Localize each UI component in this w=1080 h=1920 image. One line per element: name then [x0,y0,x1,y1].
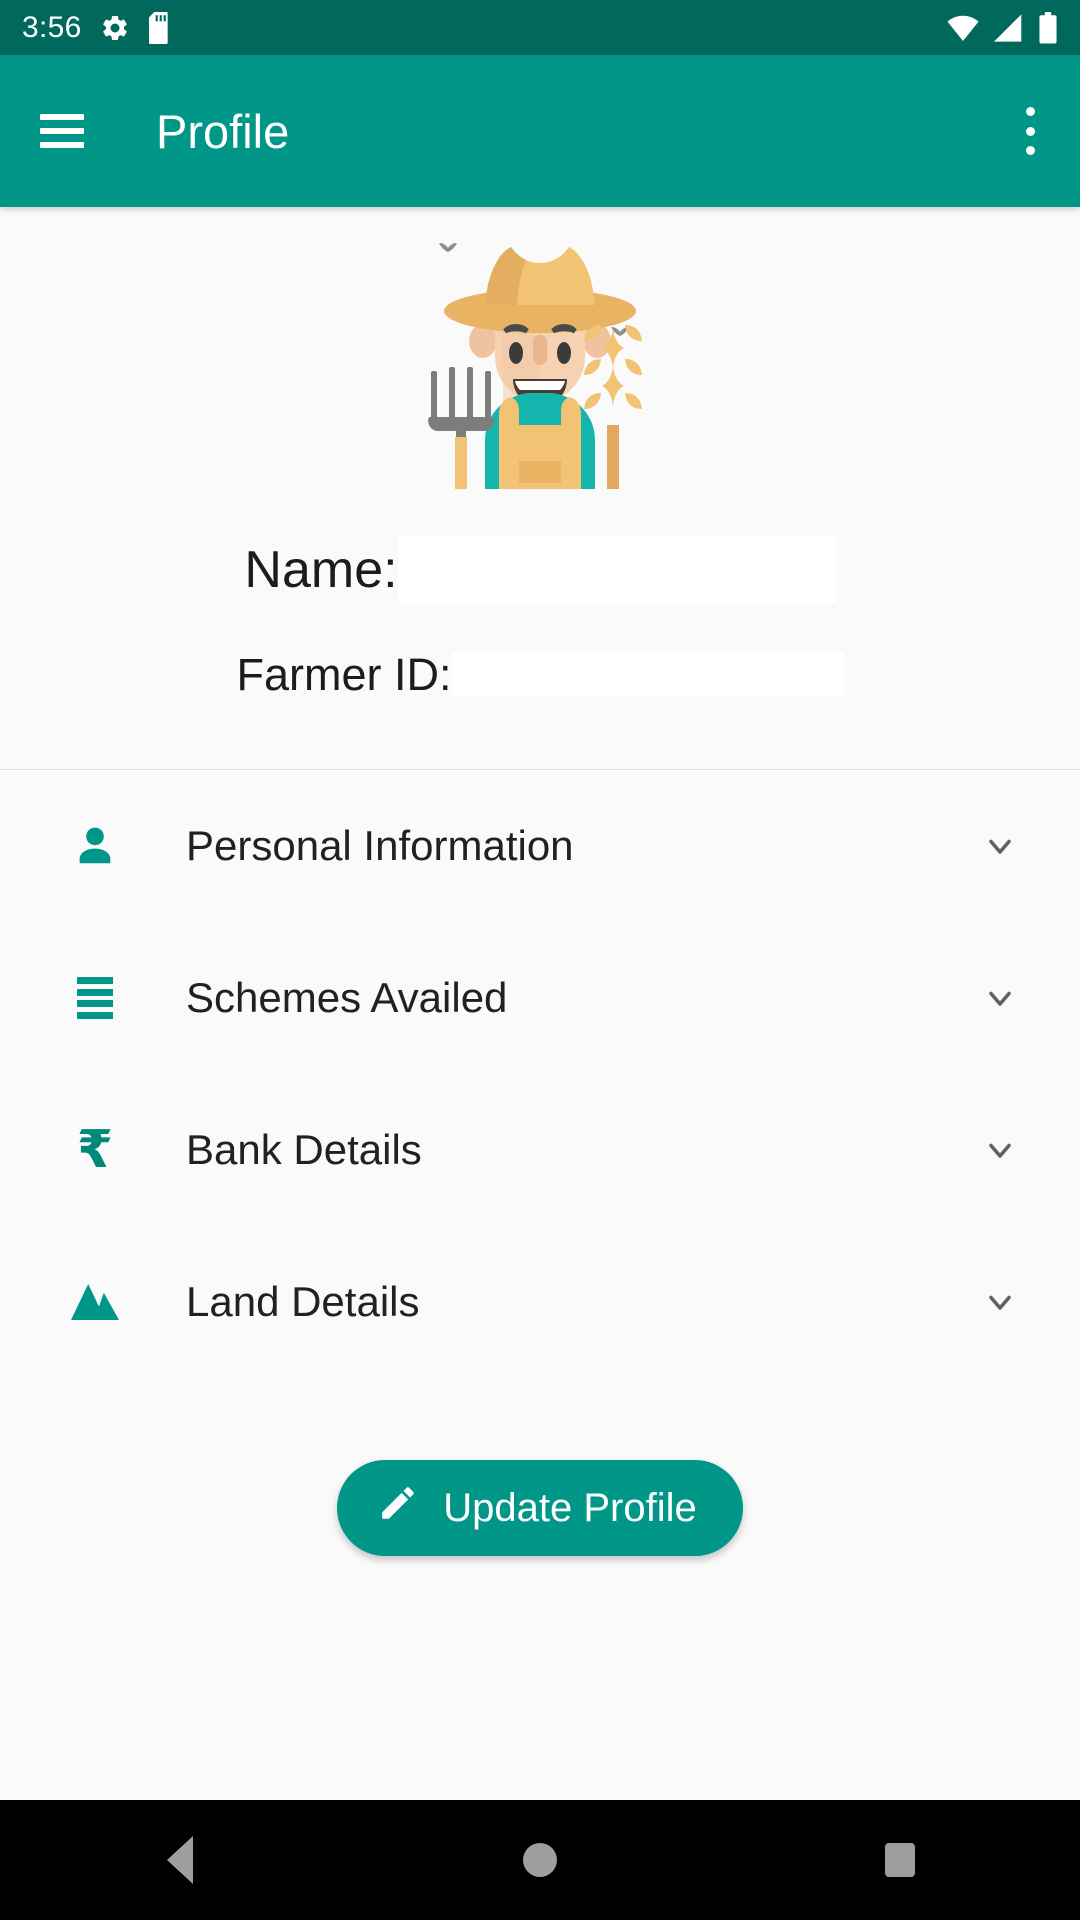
hamburger-menu-icon[interactable] [40,114,84,148]
sidebar-item-personal-information[interactable]: Personal Information [0,770,1080,922]
profile-content: Name: Farmer ID: Personal Information Sc… [0,207,1080,1800]
update-profile-label: Update Profile [443,1485,697,1530]
sidebar-item-schemes-availed[interactable]: Schemes Availed [0,922,1080,1074]
page-title: Profile [156,104,290,158]
update-profile-button[interactable]: Update Profile [337,1460,743,1556]
name-input[interactable] [397,537,836,603]
cell-signal-icon [994,13,1024,43]
android-nav-bar [0,1800,1080,1920]
bar-line [77,1000,113,1008]
mountain-icon [60,1284,130,1320]
section-label: Personal Information [186,822,574,869]
status-clock: 3:56 [22,10,82,44]
back-triangle-icon[interactable] [120,1800,240,1920]
hamburger-line [40,114,84,120]
section-label: Land Details [186,1278,420,1325]
sidebar-item-bank-details[interactable]: ₹ Bank Details [0,1074,1080,1226]
chevron-down-icon[interactable] [980,978,1020,1018]
overflow-dot [1025,107,1035,116]
chevron-down-icon[interactable] [980,1282,1020,1322]
profile-sections-list: Personal Information Schemes Availed ₹ B… [0,770,1080,1378]
battery-icon [1038,11,1058,44]
person-icon [60,823,130,869]
update-profile-row: Update Profile [0,1460,1080,1556]
home-circle-icon[interactable] [480,1800,600,1920]
status-bar-left: 3:56 [22,10,174,44]
chevron-down-icon[interactable] [980,826,1020,866]
bar-line [77,1011,113,1019]
farmer-avatar-illustration [428,243,642,489]
bar-line [77,977,113,984]
overflow-dot [1025,146,1035,155]
section-label: Bank Details [186,1126,422,1173]
section-label: Schemes Availed [186,974,508,1021]
pencil-icon [377,1482,419,1534]
recents-square-icon[interactable] [840,1800,960,1920]
status-bar: 3:56 [0,0,1080,55]
hamburger-line [40,142,84,148]
status-bar-right [946,11,1058,44]
back-glyph [167,1836,193,1884]
farmer-id-input[interactable] [451,651,844,697]
rupee-icon: ₹ [76,1120,114,1180]
sidebar-item-land-details[interactable]: Land Details [0,1226,1080,1378]
hamburger-line [40,128,84,134]
recents-glyph [885,1843,915,1877]
wifi-icon [946,13,980,43]
avatar [0,207,1080,489]
farmer-id-row: Farmer ID: [0,651,1080,697]
list-bars-icon [60,977,130,1019]
overflow-dot [1025,126,1035,136]
farmer-id-label: Farmer ID: [236,648,452,700]
bar-line [77,988,113,996]
chevron-down-icon[interactable] [980,1130,1020,1170]
gear-icon [100,13,130,43]
home-glyph [523,1843,557,1877]
name-row: Name: [0,537,1080,603]
app-bar: Profile [0,55,1080,207]
profile-screen: 3:56 Profile Name: Farmer ID: Personal I… [0,0,1080,1920]
overflow-menu-icon[interactable] [1008,107,1052,155]
sd-card-icon [148,11,174,44]
name-label: Name: [244,541,398,599]
